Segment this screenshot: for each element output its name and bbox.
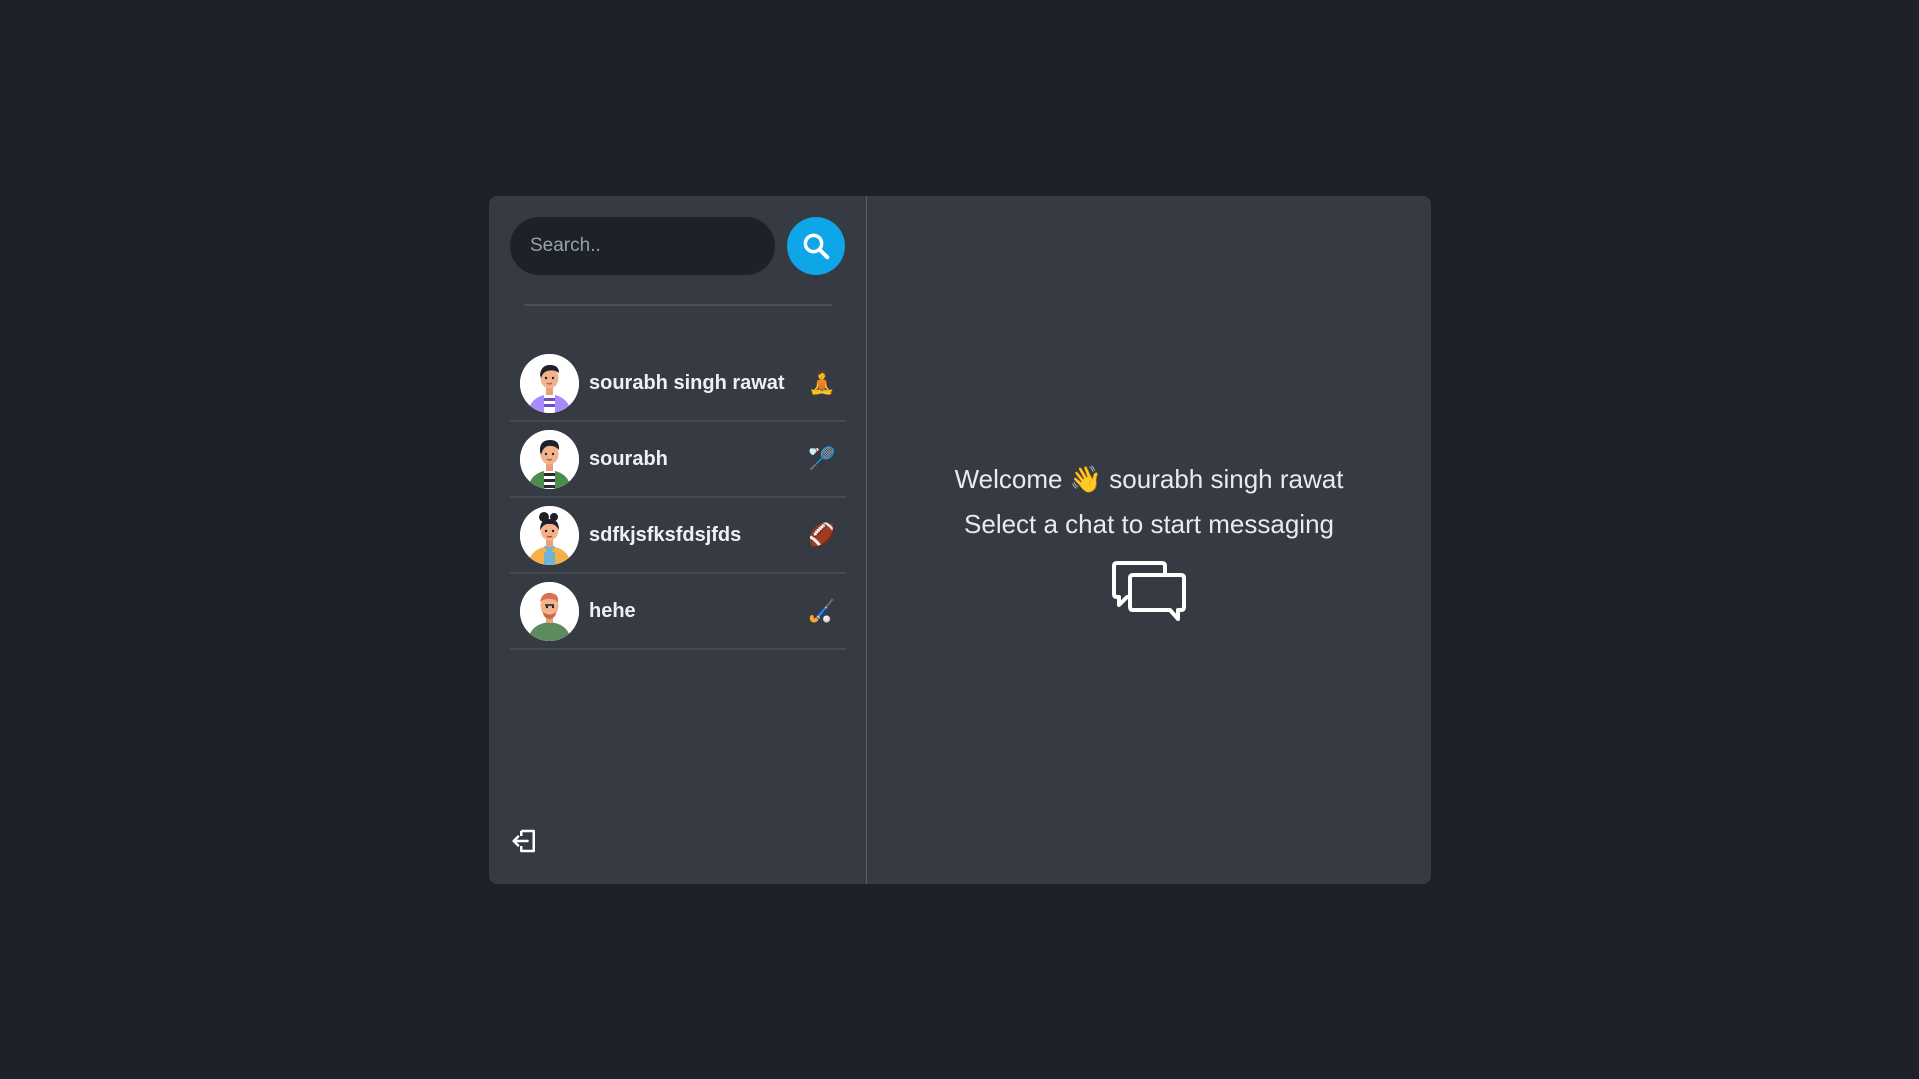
no-chat-selected-panel: Welcome 👋 sourabh singh rawat Select a c…: [867, 196, 1431, 884]
search-input[interactable]: [510, 217, 775, 275]
conversation-name: sourabh: [589, 447, 668, 470]
conversation-item[interactable]: sourabh singh rawat 🧘: [510, 346, 846, 422]
conversation-emoji: 🧘: [808, 370, 836, 395]
logout-button[interactable]: [510, 826, 540, 856]
conversation-emoji: 🏸: [808, 446, 836, 471]
conversation-item[interactable]: sdfkjsfksfdsjfds 🏈: [510, 498, 846, 574]
sidebar-divider: [524, 304, 832, 306]
current-user-name: sourabh singh rawat: [1109, 463, 1344, 494]
avatar: [520, 429, 579, 489]
conversation-name: sdfkjsfksfdsjfds: [589, 523, 742, 546]
avatar: [520, 581, 579, 641]
select-chat-message: Select a chat to start messaging: [964, 508, 1334, 539]
conversation-item[interactable]: hehe 🏑: [510, 574, 846, 650]
avatar: [520, 353, 579, 413]
conversation-emoji: 🏑: [808, 598, 836, 623]
search-icon: [803, 233, 830, 260]
conversation-emoji: 🏈: [808, 522, 836, 547]
wave-emoji: 👋: [1069, 463, 1103, 494]
conversation-list: sourabh singh rawat 🧘 sourabh 🏸 sdfkjsfk…: [510, 346, 846, 650]
search-button[interactable]: [787, 217, 845, 275]
search-form: [510, 217, 846, 275]
sidebar: sourabh singh rawat 🧘: [489, 196, 867, 884]
logout-icon: [512, 829, 535, 853]
avatar: [520, 505, 579, 565]
conversation-item[interactable]: sourabh 🏸: [510, 422, 846, 498]
welcome-message: Welcome 👋 sourabh singh rawat: [955, 457, 1344, 502]
conversation-name: hehe: [589, 599, 636, 622]
chat-app-window: sourabh singh rawat 🧘: [489, 196, 1431, 884]
welcome-prefix: Welcome: [954, 463, 1063, 494]
conversation-name: sourabh singh rawat: [589, 371, 785, 394]
chat-bubbles-icon: [1110, 560, 1188, 630]
